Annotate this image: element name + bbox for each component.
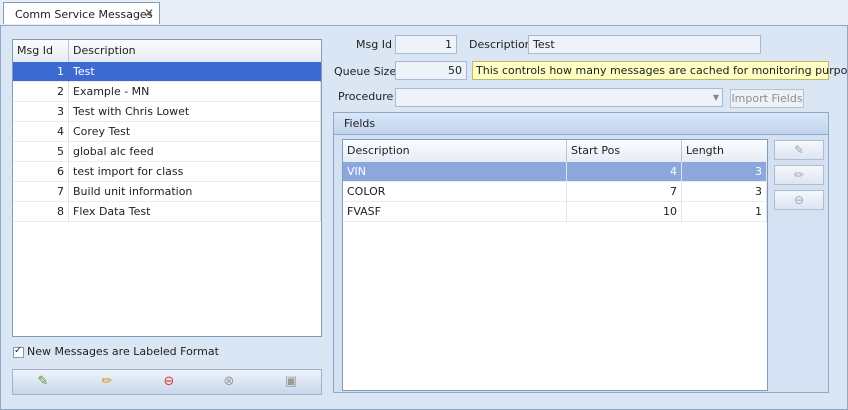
cell-description[interactable]: Test [69,62,321,82]
cell-length[interactable]: 3 [682,162,767,182]
table-row[interactable]: 4 Corey Test [13,122,321,142]
main-panel: Msg Id Description 1 Test 2 Example - MN 3 Te… [0,25,848,410]
delete-icon: ⊖ [793,193,805,207]
description-field[interactable]: Test [528,35,761,54]
edit-icon: ✏ [793,168,805,182]
fields-group-header: Fields [334,113,828,135]
cell-field-description[interactable]: VIN [343,162,567,182]
column-header-start-pos[interactable]: Start Pos [567,140,682,162]
labeled-format-label: New Messages are Labeled Format [27,345,219,358]
cell-description[interactable]: global alc feed [69,142,321,162]
cell-description[interactable]: Corey Test [69,122,321,142]
table-row[interactable]: FVASF 10 1 [343,202,767,222]
delete-icon[interactable]: ⊖ [159,373,179,391]
cell-start-pos[interactable]: 7 [567,182,682,202]
procedure-dropdown[interactable]: ▼ [395,88,723,107]
table-row[interactable]: 8 Flex Data Test [13,202,321,222]
edit-icon[interactable]: ✏ [97,373,117,391]
queue-size-label: Queue Size [334,65,397,78]
cell-length[interactable]: 1 [682,202,767,222]
add-field-button[interactable]: ✎ [774,140,824,160]
cell-description[interactable]: test import for class [69,162,321,182]
messages-grid-header: Msg Id Description [13,40,321,63]
add-icon[interactable]: ✎ [33,373,53,391]
cell-description[interactable]: Test with Chris Lowet [69,102,321,122]
table-row[interactable]: 5 global alc feed [13,142,321,162]
fields-group: Fields Description Start Pos Length VIN 4… [333,112,829,393]
cell-length[interactable]: 3 [682,182,767,202]
table-row[interactable]: 1 Test [13,62,321,82]
save-icon[interactable]: ▣ [281,373,301,391]
table-row[interactable]: 2 Example - MN [13,82,321,102]
cell-msg-id[interactable]: 7 [13,182,69,202]
msg-id-label: Msg Id [356,38,392,51]
queue-size-hint: This controls how many messages are cach… [472,61,848,80]
fields-group-title: Fields [344,117,376,130]
column-header-field-description[interactable]: Description [343,140,567,162]
messages-grid[interactable]: Msg Id Description 1 Test 2 Example - MN 3 Te… [12,39,322,337]
cell-msg-id[interactable]: 4 [13,122,69,142]
cell-msg-id[interactable]: 1 [13,62,69,82]
cell-start-pos[interactable]: 10 [567,202,682,222]
chevron-down-icon[interactable]: ▼ [713,89,719,106]
column-header-msg-id[interactable]: Msg Id [13,40,69,62]
cell-field-description[interactable]: COLOR [343,182,567,202]
fields-grid-header: Description Start Pos Length [343,140,767,163]
table-row[interactable]: 3 Test with Chris Lowet [13,102,321,122]
close-icon[interactable]: ✕ [144,6,154,20]
cancel-icon[interactable]: ⊗ [219,373,239,391]
table-row[interactable]: 7 Build unit information [13,182,321,202]
cell-msg-id[interactable]: 8 [13,202,69,222]
delete-field-button[interactable]: ⊖ [774,190,824,210]
cell-msg-id[interactable]: 3 [13,102,69,122]
import-fields-button[interactable]: Import Fields [730,89,804,108]
table-row[interactable]: COLOR 7 3 [343,182,767,202]
tab-title: Comm Service Messages [15,8,153,21]
tab-strip: Comm Service Messages ✕ [0,0,848,26]
edit-field-button[interactable]: ✏ [774,165,824,185]
cell-msg-id[interactable]: 2 [13,82,69,102]
cell-description[interactable]: Build unit information [69,182,321,202]
fields-grid[interactable]: Description Start Pos Length VIN 4 3 COLOR 7… [342,139,768,391]
table-row[interactable]: VIN 4 3 [343,162,767,182]
tab-comm-service-messages[interactable]: Comm Service Messages ✕ [3,2,160,24]
cell-description[interactable]: Example - MN [69,82,321,102]
checkbox-box[interactable] [13,345,24,358]
column-header-length[interactable]: Length [682,140,767,162]
cell-description[interactable]: Flex Data Test [69,202,321,222]
cell-msg-id[interactable]: 5 [13,142,69,162]
queue-size-field[interactable]: 50 [395,61,467,80]
cell-field-description[interactable]: FVASF [343,202,567,222]
add-icon: ✎ [793,143,805,157]
messages-toolbar: ✎ ✏ ⊖ ⊗ ▣ [12,369,322,395]
cell-start-pos[interactable]: 4 [567,162,682,182]
description-label: Description [469,38,532,51]
procedure-label: Procedure [338,90,394,103]
table-row[interactable]: 6 test import for class [13,162,321,182]
column-header-description[interactable]: Description [69,40,321,62]
msg-id-field[interactable]: 1 [395,35,457,54]
cell-msg-id[interactable]: 6 [13,162,69,182]
